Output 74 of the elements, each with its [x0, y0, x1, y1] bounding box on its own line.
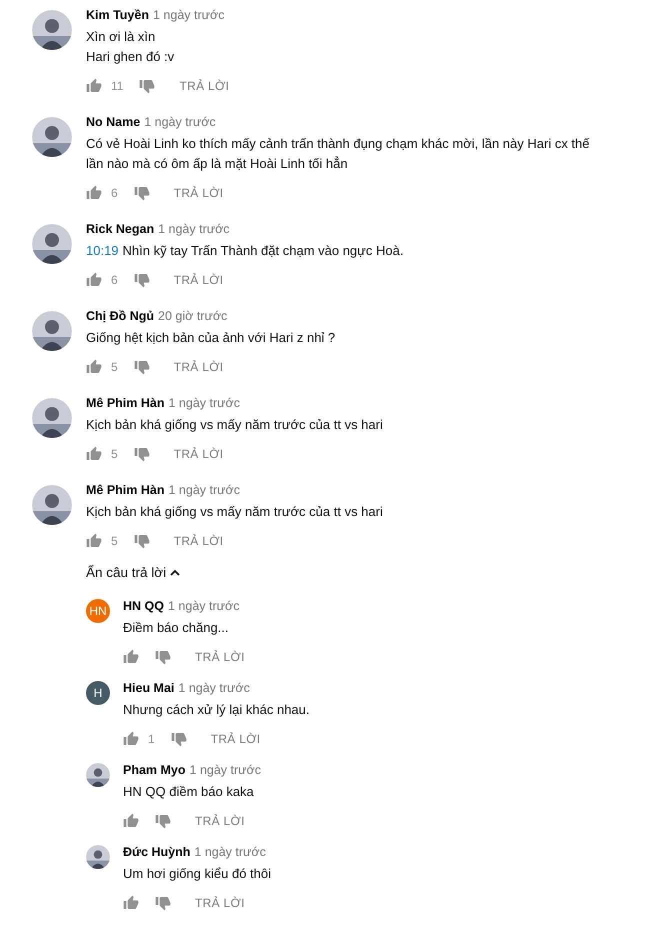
comment-text: Um hơi giống kiểu đó thôi	[123, 865, 271, 884]
thumbs-down-icon[interactable]	[155, 813, 171, 830]
like-count: 6	[111, 272, 118, 289]
comment-text: Hari ghen đó :v	[86, 48, 174, 66]
like-count: 5	[111, 446, 118, 463]
thumbs-down-icon[interactable]	[134, 533, 150, 549]
comment-text: Có vẻ Hoài Linh ko thích mấy cảnh trấn thành đụng chạm khác mời, lần này Hari cx thế	[86, 135, 590, 153]
reply-button[interactable]: TRẢ LỜI	[195, 812, 245, 830]
thumbs-up-icon[interactable]	[123, 649, 139, 666]
reply-button[interactable]: TRẢ LỜI	[174, 532, 224, 550]
thumbs-up-icon[interactable]	[86, 185, 102, 201]
comment-time[interactable]: 1 ngày trước	[190, 761, 261, 780]
thumbs-down-icon[interactable]	[170, 731, 187, 748]
author-name[interactable]: HN QQ	[123, 597, 164, 616]
reply-button[interactable]: TRẢ LỜI	[174, 358, 224, 376]
thumbs-down-icon[interactable]	[134, 359, 150, 375]
comment-text: HN QQ điềm báo kaka	[123, 783, 254, 802]
author-name[interactable]: No Name	[86, 113, 140, 131]
comment-text: Kịch bản khá giống vs mấy năm trước của tt vs hari	[86, 416, 383, 434]
comment-text: Giống hệt kịch bản của ảnh với Hari z nhỉ ?	[86, 329, 336, 347]
thumbs-down-icon[interactable]	[134, 185, 150, 201]
comment-time[interactable]: 1 ngày trước	[158, 220, 230, 238]
thumbs-up-icon[interactable]	[123, 813, 139, 830]
reply-button[interactable]: TRẢ LỜI	[210, 730, 260, 748]
author-name[interactable]: Chị Đồ Ngủ	[86, 307, 154, 325]
comment-text: Xìn ơi là xìn	[86, 28, 156, 46]
author-name[interactable]: Kim Tuyền	[86, 6, 149, 24]
reply-button[interactable]: TRẢ LỜI	[195, 648, 245, 666]
reply-button[interactable]: TRẢ LỜI	[174, 445, 224, 463]
thumbs-up-icon[interactable]	[86, 533, 102, 549]
comment-time[interactable]: 1 ngày trước	[152, 6, 224, 24]
comment-text: Điềm báo chăng...	[123, 619, 229, 638]
author-name[interactable]: Đức Huỳnh	[123, 843, 190, 862]
avatar: HN	[86, 599, 110, 624]
thumbs-up-icon[interactable]	[86, 359, 102, 375]
like-count: 1	[148, 731, 155, 748]
thumbs-down-icon[interactable]	[155, 649, 171, 666]
author-name[interactable]: Rick Negan	[86, 220, 154, 238]
comment-time[interactable]: 1 ngày trước	[168, 597, 240, 616]
author-name[interactable]: Hieu Mai	[123, 679, 174, 698]
thumbs-up-icon[interactable]	[123, 731, 139, 748]
reply-button[interactable]: TRẢ LỜI	[195, 894, 245, 912]
comment-text: Kịch bản khá giống vs mấy năm trước của tt vs hari	[86, 503, 383, 521]
like-count: 6	[111, 185, 118, 202]
comment-text: Nhìn kỹ tay Trấn Thành đặt chạm vào ngực Hoà.	[122, 242, 404, 260]
author-name[interactable]: Mê Phim Hàn	[86, 481, 164, 499]
comment-text: lần nào mà có ôm ấp là mặt Hoài Linh tối hẳn	[86, 155, 348, 173]
thumbs-down-icon[interactable]	[134, 272, 150, 288]
author-name[interactable]: Pham Myo	[123, 761, 186, 780]
avatar: H	[86, 681, 110, 706]
reply-button[interactable]: TRẢ LỜI	[174, 184, 224, 202]
author-name[interactable]: Mê Phim Hàn	[86, 394, 164, 412]
chevron-icon	[170, 568, 180, 578]
like-count: 11	[111, 78, 124, 95]
comment-time[interactable]: 1 ngày trước	[178, 679, 250, 698]
thumbs-up-icon[interactable]	[86, 446, 102, 462]
thumbs-up-icon[interactable]	[123, 895, 139, 912]
thumbs-down-icon[interactable]	[134, 446, 150, 462]
comment-time[interactable]: 1 ngày trước	[144, 113, 216, 131]
thumbs-up-icon[interactable]	[86, 78, 102, 94]
comment-time[interactable]: 1 ngày trước	[194, 843, 266, 862]
reply-button[interactable]: TRẢ LỜI	[179, 77, 230, 95]
thumbs-down-icon[interactable]	[139, 78, 156, 94]
like-count: 5	[111, 359, 118, 376]
comment-time[interactable]: 1 ngày trước	[168, 481, 240, 499]
like-count: 5	[111, 533, 118, 550]
comment-time[interactable]: 20 giờ trước	[158, 307, 228, 325]
reply-button[interactable]: TRẢ LỜI	[174, 271, 224, 289]
thumbs-down-icon[interactable]	[155, 895, 171, 912]
hide-replies-button[interactable]: Ẩn câu trả lời	[86, 563, 180, 584]
timestamp-link[interactable]: 10:19	[86, 241, 119, 261]
comment-time[interactable]: 1 ngày trước	[168, 394, 240, 412]
thumbs-up-icon[interactable]	[86, 272, 102, 288]
comment-text: Nhưng cách xử lý lại khác nhau.	[123, 701, 310, 720]
